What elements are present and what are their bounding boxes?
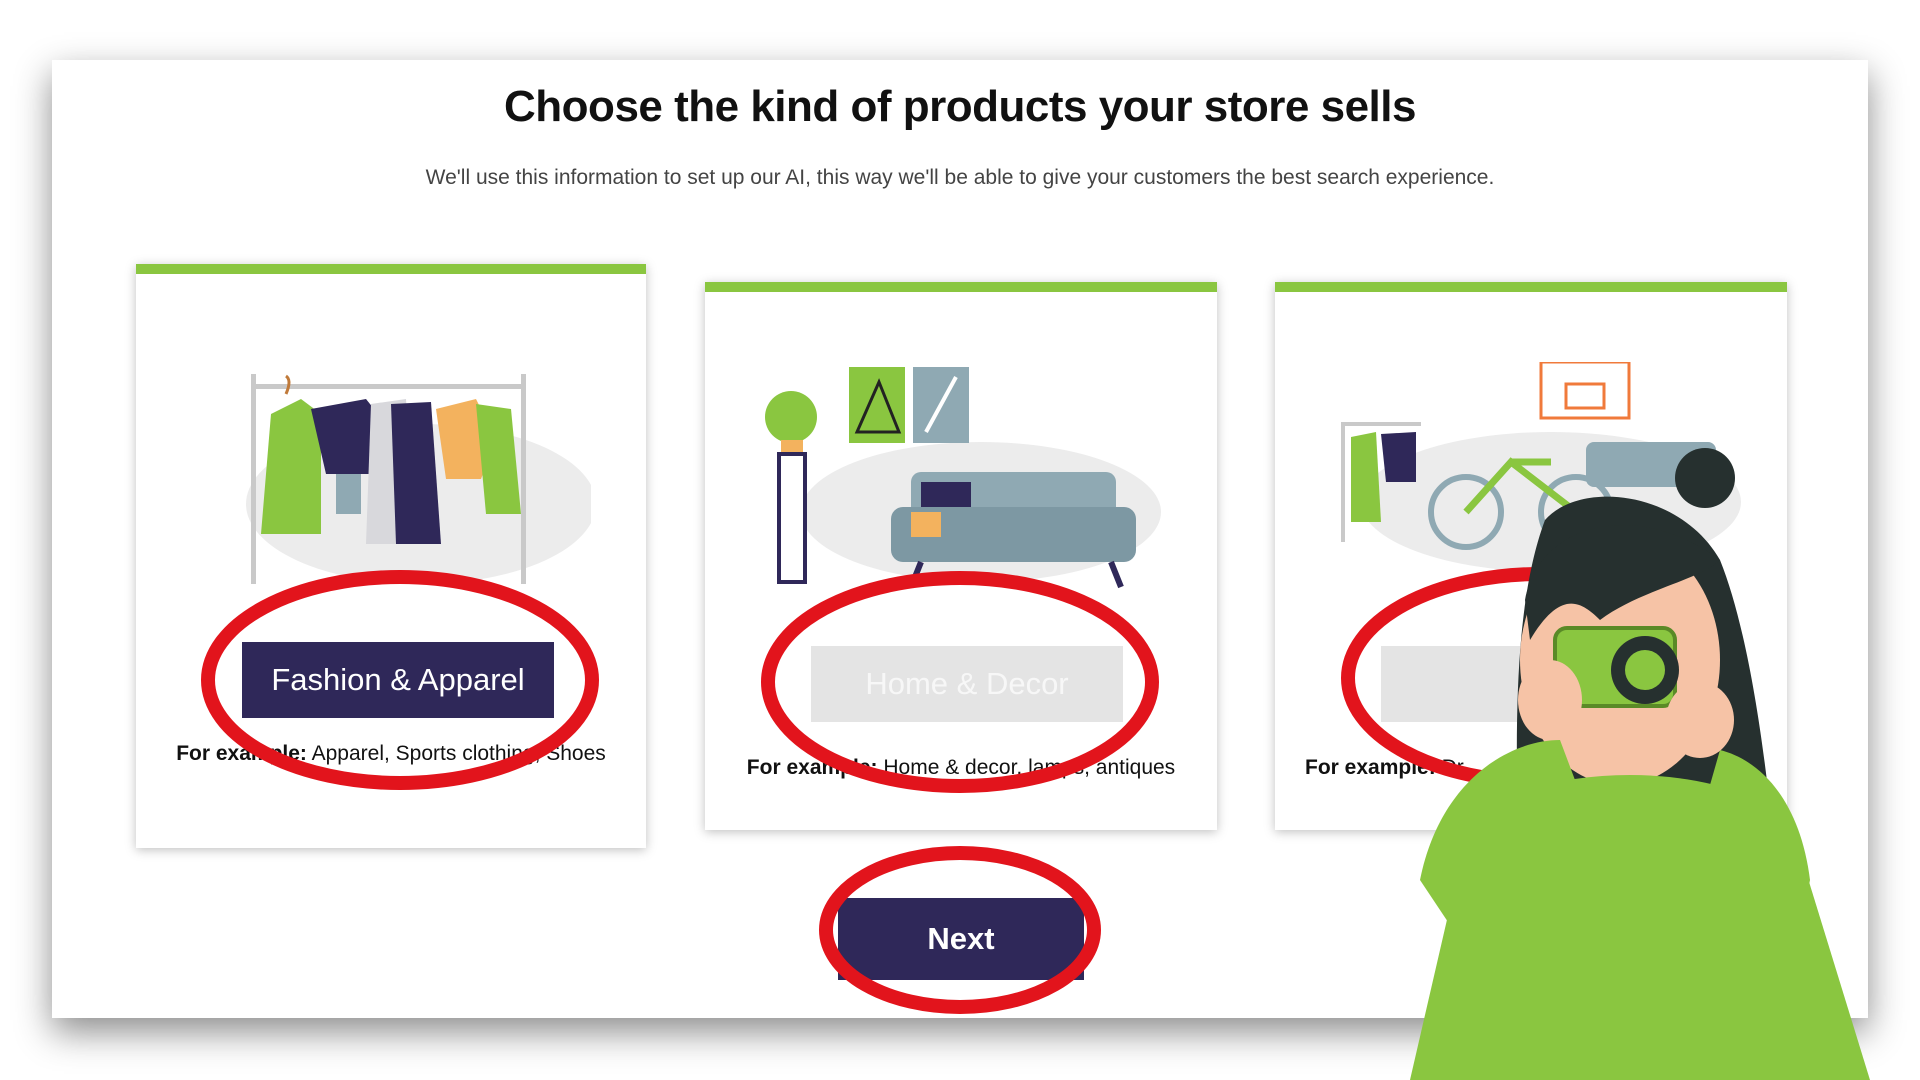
page-title: Choose the kind of products your store s… <box>504 82 1416 131</box>
category-card-third[interactable]: For example: Dr <box>1275 282 1787 830</box>
home-decor-illustration <box>765 367 1161 589</box>
example-prefix: For example: <box>1305 756 1436 779</box>
clothing-rack-illustration <box>246 374 591 584</box>
next-button[interactable]: Next <box>838 898 1084 980</box>
category-card-home-decor[interactable]: Home & Decor For example: Home & decor, … <box>705 282 1217 830</box>
category-button-third[interactable] <box>1381 646 1693 722</box>
category-button-fashion[interactable]: Fashion & Apparel <box>242 642 554 718</box>
category-example-fashion: For example: Apparel, Sports clothing, S… <box>136 742 646 766</box>
sports-illustration <box>1341 362 1741 572</box>
page-subtitle: We'll use this information to set up our… <box>425 166 1495 189</box>
category-button-home-decor[interactable]: Home & Decor <box>811 646 1123 722</box>
category-example-home-decor: For example: Home & decor, lamps, antiqu… <box>705 756 1217 780</box>
example-prefix: For example: <box>746 756 878 779</box>
category-example-third: For example: Dr <box>1305 756 1787 780</box>
example-text: Home & decor, lamps, antiques <box>883 756 1176 779</box>
category-card-fashion[interactable]: Fashion & Apparel For example: Apparel, … <box>136 264 646 848</box>
example-text: Dr <box>1441 756 1464 779</box>
example-prefix: For example: <box>176 742 307 765</box>
example-text: Apparel, Sports clothing, Shoes <box>311 742 606 765</box>
